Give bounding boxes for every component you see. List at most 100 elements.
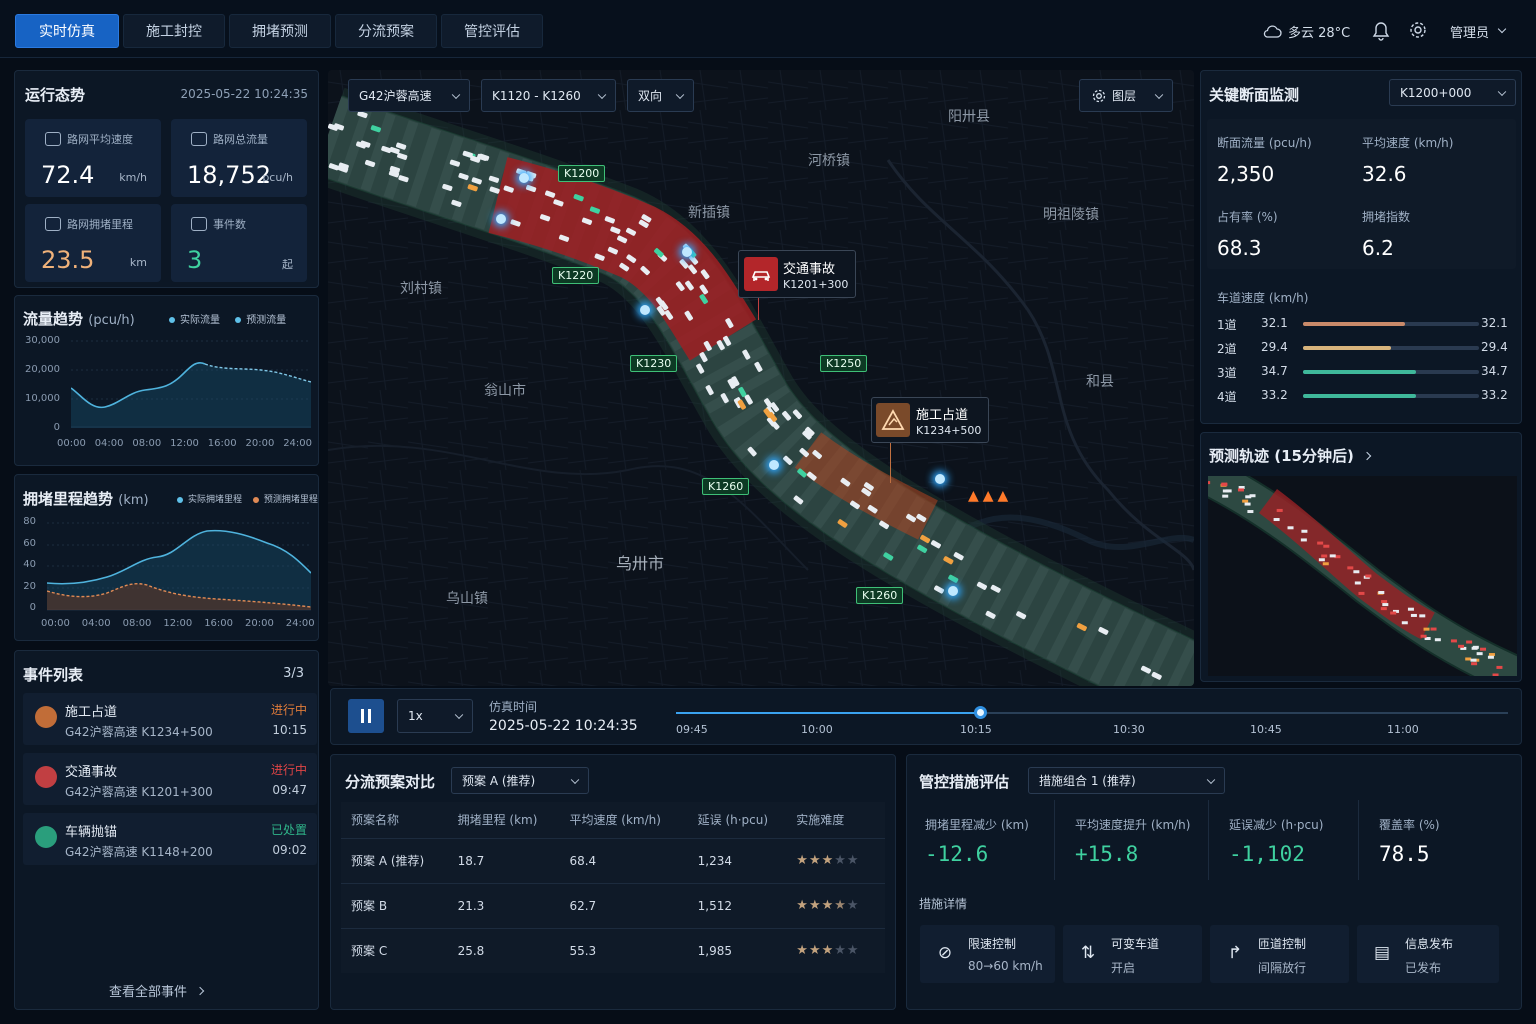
- flow-trend-panel: 流量趋势 (pcu/h) 实际流量 预测流量 30,000 20,000 10,00…: [14, 295, 319, 466]
- plan-row[interactable]: 预案 B 21.3 62.7 1,512 ★★★★★: [341, 882, 885, 928]
- lane-value-right: 32.1: [1481, 316, 1508, 330]
- col-jam: 拥堵里程 (km): [457, 813, 538, 828]
- km-sign: K1260: [856, 587, 904, 604]
- jam-trend-title: 拥堵里程趋势 (km): [23, 490, 149, 508]
- plan-difficulty: ★★★★★: [796, 837, 885, 883]
- forecast-vehicle: [1492, 673, 1499, 676]
- y-tick-label: 80: [23, 516, 36, 527]
- view-all-events-link[interactable]: 查看全部事件: [109, 981, 205, 1000]
- eval-title: 管控措施评估: [919, 773, 1010, 791]
- col-difficulty: 实施难度: [796, 813, 845, 828]
- plan-delay: 1,512: [697, 882, 797, 928]
- event-list-title: 事件列表: [23, 666, 84, 684]
- message-icon: ▤: [1373, 943, 1391, 963]
- forecast-vehicle: [1365, 574, 1372, 578]
- measure-card[interactable]: ⇅ 可变车道 开启: [1063, 925, 1202, 983]
- difficulty-star-icon: ★: [846, 943, 860, 959]
- detector-node[interactable]: [935, 474, 945, 484]
- section-metric-label: 拥堵指数: [1362, 210, 1411, 224]
- section-select[interactable]: K1200+000: [1389, 79, 1516, 106]
- top-nav: 实时仿真 施工封控 拥堵预测 分流预案 管控评估 多云 28°C 管理员: [0, 0, 1536, 58]
- range-select[interactable]: K1120 - K1260: [481, 79, 616, 112]
- measure-card[interactable]: ▤ 信息发布 已发布: [1357, 925, 1499, 983]
- forecast-vehicle: [1390, 611, 1397, 615]
- event-name: 车辆抛锚: [65, 825, 118, 840]
- detector-node[interactable]: [769, 460, 779, 470]
- kpi-card: 事件数 3 起: [171, 204, 307, 282]
- detector-node[interactable]: [496, 214, 506, 224]
- detector-node[interactable]: [519, 173, 529, 183]
- kpi-value: 3: [187, 246, 203, 274]
- tab-diversion-plan[interactable]: 分流预案: [335, 14, 437, 48]
- kpi-unit: pcu/h: [262, 171, 293, 184]
- forecast-vehicle: [1471, 662, 1478, 666]
- event-list-panel: 事件列表 3/3 施工占道 G42沪蓉高速 K1234+500 进行中 10:15 交通…: [14, 650, 319, 1010]
- eval-metric-label: 覆盖率 (%): [1379, 818, 1440, 832]
- plan-row[interactable]: 预案 C 25.8 55.3 1,985 ★★★★★: [341, 927, 885, 973]
- event-status: 进行中: [270, 703, 307, 717]
- tab-control-eval[interactable]: 管控评估: [441, 14, 543, 48]
- detector-node[interactable]: [640, 305, 650, 315]
- y-tick-label: 60: [23, 537, 36, 549]
- eval-metric: 拥堵里程减少 (km) -12.6: [907, 800, 1055, 880]
- event-status: 已处置: [270, 823, 307, 837]
- construction-callout[interactable]: 施工占道 K1234+500: [871, 397, 989, 443]
- gear-icon[interactable]: [1409, 21, 1427, 39]
- jam-trend-panel: 拥堵里程趋势 (km) 实际拥堵里程 预测拥堵里程 80 60 40 20 0 00:00…: [14, 474, 319, 641]
- forecast-vehicle: [1244, 502, 1251, 506]
- event-time: 09:02: [272, 843, 307, 857]
- direction-select[interactable]: 双向: [627, 79, 694, 112]
- tab-realtime-sim[interactable]: 实时仿真: [15, 14, 119, 48]
- timeline-handle[interactable]: [973, 706, 987, 719]
- detector-node[interactable]: [948, 586, 958, 596]
- plan-speed: 68.4: [569, 837, 698, 883]
- tab-construction[interactable]: 施工封控: [123, 14, 225, 48]
- forecast-vehicle: [1488, 653, 1495, 657]
- detector-node[interactable]: [682, 247, 692, 257]
- measure-card[interactable]: ⊘ 限速控制 80→60 km/h: [920, 925, 1055, 983]
- accident-callout[interactable]: 交通事故 K1201+300: [738, 250, 856, 298]
- x-tick-label: 00:00: [41, 618, 70, 629]
- status-datetime: 2025-05-22 10:24:35: [180, 87, 308, 101]
- eval-metric-value: -12.6: [925, 842, 989, 866]
- forecast-vehicle: [1410, 613, 1417, 617]
- road-select[interactable]: G42沪蓉高速: [348, 79, 470, 112]
- timeline-tick-label: 09:45: [676, 723, 708, 736]
- user-menu[interactable]: 管理员: [1450, 18, 1507, 44]
- y-tick-label: 20: [23, 580, 36, 592]
- timeline-tick-label: 10:45: [1250, 723, 1282, 736]
- plan-row[interactable]: 预案 A (推荐) 18.7 68.4 1,234 ★★★★★: [341, 837, 885, 883]
- map-place-label: 新插镇: [688, 205, 730, 221]
- kpi-value: 72.4: [41, 161, 95, 189]
- eval-select[interactable]: 措施组合 1 (推荐): [1028, 767, 1225, 794]
- lane-speed-title: 车道速度 (km/h): [1217, 291, 1309, 305]
- layers-button[interactable]: 图层: [1079, 79, 1173, 112]
- event-item[interactable]: 交通事故 G42沪蓉高速 K1201+300 进行中 09:47: [23, 753, 317, 805]
- forecast-vehicle: [1354, 581, 1361, 585]
- x-tick-label: 16:00: [204, 618, 234, 629]
- pause-button[interactable]: [348, 699, 384, 733]
- x-tick-label: 20:00: [245, 618, 274, 629]
- forecast-vehicle: [1380, 607, 1387, 611]
- lane-value-left: 34.7: [1261, 364, 1288, 378]
- plan-select[interactable]: 预案 A (推荐): [451, 767, 589, 794]
- event-item[interactable]: 施工占道 G42沪蓉高速 K1234+500 进行中 10:15: [23, 693, 317, 745]
- bell-icon[interactable]: [1372, 21, 1390, 41]
- forecast-title[interactable]: 预测轨迹 (15分钟后): [1209, 445, 1372, 466]
- event-time: 09:47: [272, 783, 307, 797]
- forecast-vehicle: [1317, 541, 1324, 545]
- x-tick-label: 08:00: [122, 618, 152, 629]
- timeline-tick-label: 11:00: [1387, 723, 1419, 736]
- y-tick-label: 20,000: [25, 364, 60, 375]
- x-tick-label: 00:00: [57, 438, 86, 449]
- event-item[interactable]: 车辆抛锚 G42沪蓉高速 K1148+200 已处置 09:02: [23, 813, 317, 865]
- tab-congestion-forecast[interactable]: 拥堵预测: [229, 14, 331, 48]
- map-view[interactable]: 阳卅县 河桥镇 新插镇 明祖陵镇 刘村镇 翁山市 和县 乌卅市 乌山镇 K1200 K1220 K1…: [328, 70, 1194, 686]
- playback-bar: 1x 仿真时间 2025-05-22 10:24:35 09:45 10:00 10…: [330, 688, 1522, 745]
- map-place-label: 河桥镇: [808, 153, 850, 169]
- speed-select[interactable]: 1x: [397, 699, 473, 733]
- measure-card[interactable]: ↱ 匝道控制 间隔放行: [1210, 925, 1349, 983]
- cloud-icon: [1263, 25, 1282, 38]
- forecast-vehicle: [1329, 554, 1336, 558]
- lane-value-right: 34.7: [1481, 364, 1508, 378]
